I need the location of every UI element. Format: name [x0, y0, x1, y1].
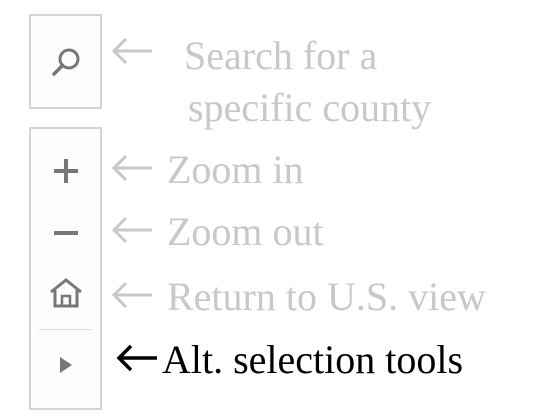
- map-toolbar: [29, 127, 102, 410]
- search-annotation-line1: Search for a: [184, 33, 378, 78]
- plus-icon[interactable]: [49, 154, 83, 188]
- minus-icon[interactable]: [49, 216, 83, 250]
- alt-tools-annotation: Alt. selection tools: [162, 337, 464, 382]
- search-control-box: [29, 14, 102, 109]
- left-arrow-icon: [111, 216, 152, 244]
- play-triangle-icon[interactable]: [58, 355, 74, 375]
- left-arrow-icon: [111, 37, 152, 65]
- home-annotation: Return to U.S. view: [167, 274, 486, 319]
- left-arrow-icon: [111, 154, 152, 182]
- left-arrow-icon: [116, 344, 157, 372]
- search-annotation-line2: specific county: [188, 85, 432, 130]
- zoom-in-annotation: Zoom in: [167, 147, 304, 192]
- left-arrow-icon: [111, 281, 152, 309]
- zoom-out-annotation: Zoom out: [167, 209, 324, 254]
- search-icon[interactable]: [46, 44, 86, 82]
- home-icon[interactable]: [47, 275, 85, 311]
- toolbar-separator: [39, 329, 92, 330]
